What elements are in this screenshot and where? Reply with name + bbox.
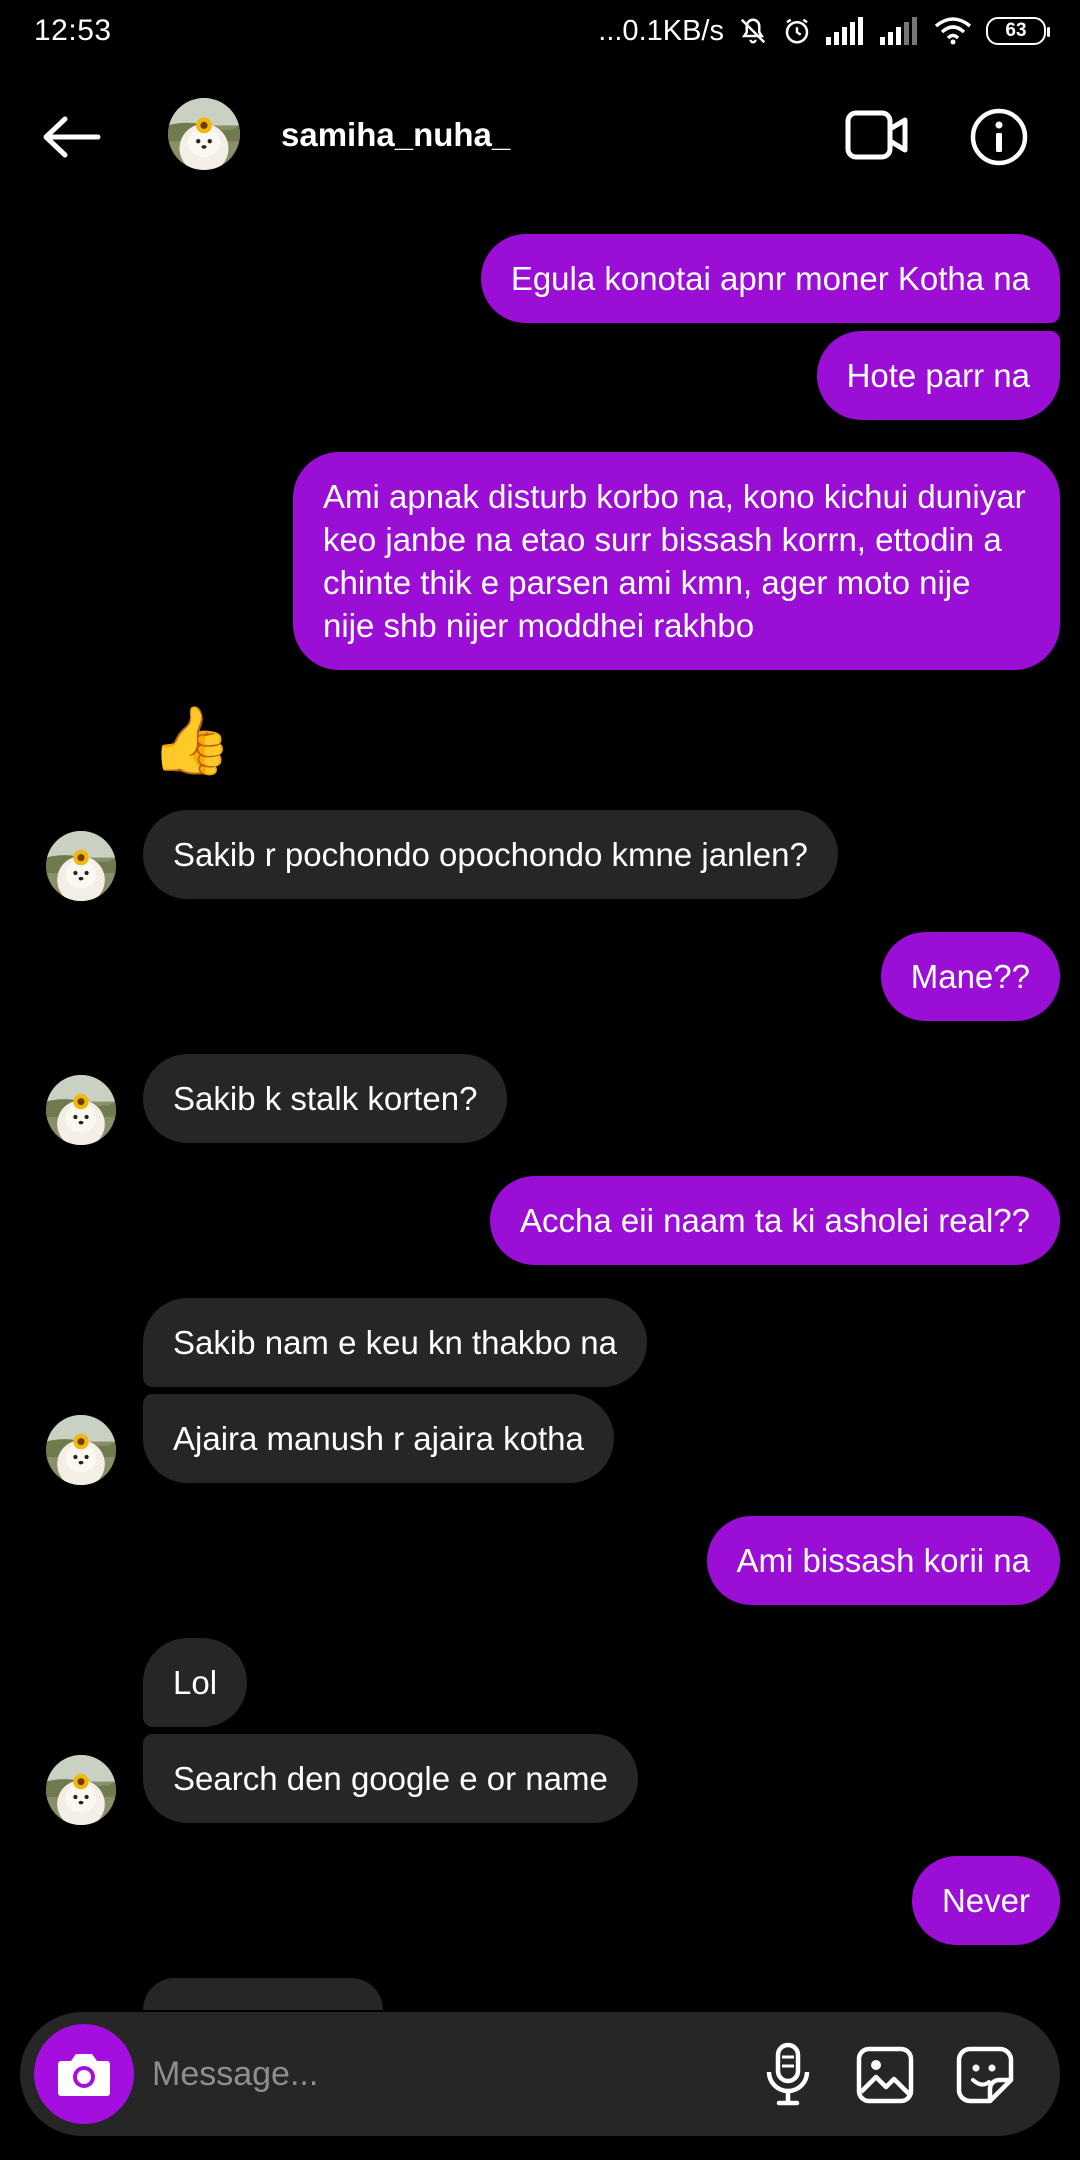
camera-button[interactable] [34,2024,134,2124]
message-bubble-received-partial[interactable] [143,1978,383,2010]
avatar[interactable] [46,1755,116,1825]
message-bubble-sent[interactable]: Accha eii naam ta ki asholei real?? [490,1176,1060,1265]
status-icons: ...0.1KB/s 63 [598,14,1050,48]
message-bubble-received[interactable]: Sakib r pochondo opochondo kmne janlen? [143,810,838,899]
status-time: 12:53 [34,14,112,47]
message-bubble-sent[interactable]: Ami apnak disturb korbo na, kono kichui … [293,452,1060,670]
message-bubble-received[interactable]: Ajaira manush r ajaira kotha [143,1394,614,1483]
microphone-icon [766,2042,810,2106]
alarm-icon [782,16,812,46]
message-bubble-sent[interactable]: Mane?? [880,932,1060,1021]
signal-icon [880,17,920,45]
message-bubble-received[interactable]: Sakib nam e keu kn thakbo na [143,1298,647,1387]
info-icon [970,108,1028,166]
chat-username[interactable]: samiha_nuha_ [281,116,510,154]
network-speed: ...0.1KB/s [598,14,724,47]
wifi-icon [934,17,972,45]
status-bar: 12:53 ...0.1KB/s 63 [0,0,1080,62]
avatar[interactable] [168,98,240,170]
message-list[interactable]: Egula konotai apnr moner Kotha na Hote p… [0,205,1080,2010]
video-call-button[interactable] [844,106,910,164]
video-call-icon [845,110,908,160]
message-bubble-received[interactable]: Lol [143,1638,248,1727]
avatar[interactable] [46,831,116,901]
battery-icon: 63 [986,17,1050,45]
message-bubble-received[interactable]: Search den google e or name [143,1734,638,1823]
microphone-button[interactable] [755,2040,821,2108]
avatar[interactable] [46,1075,116,1145]
signal-icon [826,17,866,45]
mute-icon [738,16,768,46]
avatar[interactable] [46,1415,116,1485]
message-bubble-sent[interactable]: Hote parr na [816,331,1060,420]
message-bubble-sent[interactable]: Egula konotai apnr moner Kotha na [480,234,1060,323]
gallery-button[interactable] [852,2042,918,2108]
thumbs-up-reaction[interactable]: 👍 [150,700,232,780]
message-bubble-sent[interactable]: Ami bissash korii na [706,1516,1060,1605]
chat-header: samiha_nuha_ [0,70,1080,205]
back-arrow-icon [43,116,101,158]
info-button[interactable] [968,106,1030,168]
back-button[interactable] [38,112,104,162]
message-bubble-sent[interactable]: Never [911,1856,1060,1945]
sticker-icon [956,2046,1014,2104]
gallery-icon [856,2046,914,2104]
message-input[interactable] [152,2042,712,2106]
camera-icon [58,2054,110,2096]
sticker-button[interactable] [952,2042,1018,2108]
message-bubble-received[interactable]: Sakib k stalk korten? [143,1054,508,1143]
message-composer [20,2012,1060,2136]
